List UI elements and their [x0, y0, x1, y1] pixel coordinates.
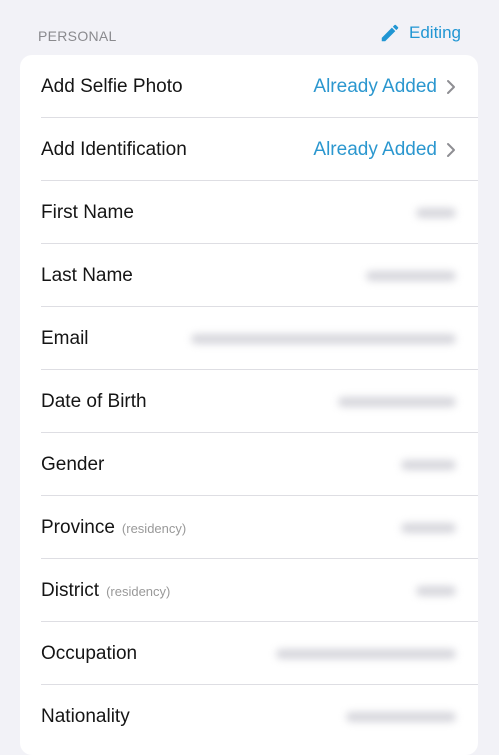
blurred-value [338, 396, 456, 407]
status-text: Already Added [313, 75, 437, 97]
province-label: Province [41, 516, 115, 538]
chevron-right-icon [447, 79, 455, 94]
row-label: First Name [41, 201, 134, 223]
blurred-value [366, 270, 456, 281]
blurred-value [346, 711, 456, 722]
row-last-name[interactable]: Last Name [20, 244, 478, 307]
personal-info-card: Add Selfie Photo Already Added Add Ident… [20, 55, 478, 755]
row-district[interactable]: District (residency) [20, 559, 478, 622]
row-email[interactable]: Email [20, 307, 478, 370]
status-text: Already Added [313, 138, 437, 160]
blurred-value [416, 585, 456, 596]
section-header: PERSONAL Editing [0, 0, 499, 56]
blurred-value [416, 207, 456, 218]
blurred-value [401, 522, 456, 533]
row-add-selfie-photo[interactable]: Add Selfie Photo Already Added [20, 55, 478, 118]
row-label: Add Selfie Photo [41, 75, 183, 97]
row-status: Already Added [313, 76, 456, 98]
row-occupation[interactable]: Occupation [20, 622, 478, 685]
row-gender[interactable]: Gender [20, 433, 478, 496]
row-label: Last Name [41, 264, 133, 286]
row-label: Gender [41, 453, 105, 475]
row-add-identification[interactable]: Add Identification Already Added [20, 118, 478, 181]
editing-button[interactable]: Editing [379, 22, 461, 44]
blurred-value [401, 459, 456, 470]
residency-hint: (residency) [121, 520, 187, 536]
row-date-of-birth[interactable]: Date of Birth [20, 370, 478, 433]
row-nationality[interactable]: Nationality [20, 685, 478, 748]
row-status: Already Added [313, 139, 456, 161]
chevron-right-icon [447, 142, 455, 157]
pencil-icon [381, 24, 399, 42]
row-label: Nationality [41, 705, 130, 727]
district-label: District [41, 579, 100, 601]
section-title: PERSONAL [38, 28, 117, 44]
row-province[interactable]: Province (residency) [20, 496, 478, 559]
row-label: District (residency) [41, 580, 170, 602]
row-label: Province (residency) [41, 517, 186, 539]
blurred-value [191, 333, 456, 344]
row-label: Date of Birth [41, 390, 147, 412]
editing-label: Editing [409, 23, 461, 42]
row-first-name[interactable]: First Name [20, 181, 478, 244]
blurred-value [276, 648, 456, 659]
row-label: Email [41, 327, 89, 349]
row-label: Occupation [41, 642, 138, 664]
residency-hint: (residency) [106, 583, 171, 599]
row-label: Add Identification [41, 138, 187, 160]
